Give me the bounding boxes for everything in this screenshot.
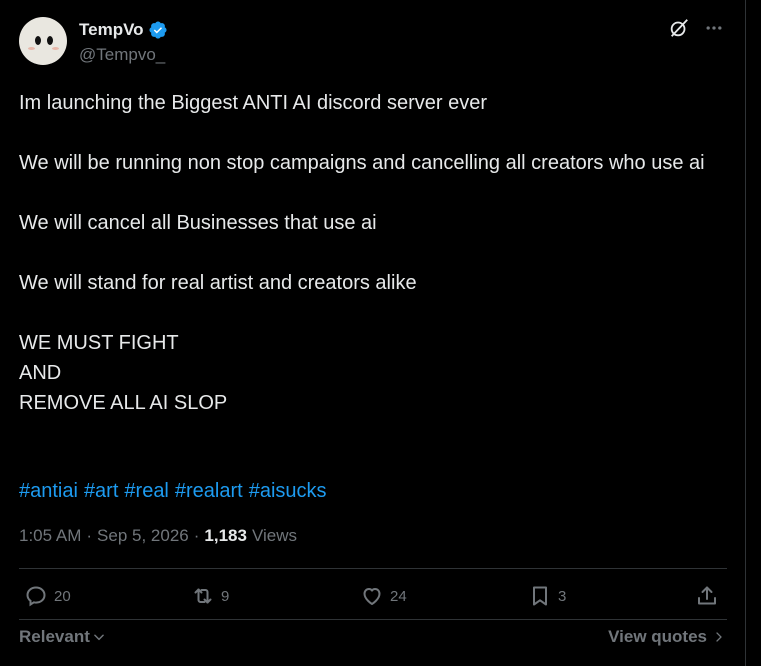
post-line: AND [19, 362, 62, 384]
post-detail: TempVo @Tempvo_ Im launching the Biggest… [0, 0, 745, 666]
divider [19, 619, 727, 620]
like-count: 24 [390, 587, 407, 605]
hashtag-link[interactable]: #realart [175, 477, 243, 505]
post-line: Im launching the Biggest ANTI AI discord… [19, 92, 487, 114]
repost-icon [194, 588, 212, 604]
reply-icon [26, 586, 46, 607]
more-icon[interactable] [704, 18, 724, 38]
bookmark-count: 3 [558, 587, 567, 605]
hashtag-link[interactable]: #antiai [19, 477, 78, 505]
post-line: REMOVE ALL AI SLOP [19, 392, 228, 414]
grok-icon[interactable] [668, 17, 690, 39]
views-label: Views [251, 526, 298, 545]
view-quotes-label: View quotes [608, 627, 707, 646]
hashtag-list: #antiai #art #real #realart #aisucks [19, 477, 327, 505]
post-line: We will cancel all Businesses that use a… [19, 212, 377, 234]
post-date[interactable]: Sep 5, 2026 [97, 526, 189, 546]
sort-label: Relevant [19, 627, 90, 646]
verified-badge-icon[interactable] [148, 20, 168, 40]
post-line: We will stand for real artist and creato… [19, 272, 417, 294]
like-icon [363, 588, 381, 605]
meta-separator: · [193, 526, 200, 545]
post-line: WE MUST FIGHT [19, 332, 179, 354]
reply-button[interactable]: 20 [24, 584, 71, 608]
hashtag-link[interactable]: #art [84, 477, 118, 505]
column-border [745, 0, 746, 666]
share-button[interactable] [695, 584, 719, 608]
like-button[interactable]: 24 [360, 584, 407, 608]
view-quotes-link[interactable]: View quotes [608, 627, 725, 647]
hashtag-link[interactable]: #real [124, 477, 168, 505]
bookmark-button[interactable]: 3 [528, 584, 566, 608]
action-bar: 20 9 24 3 [19, 584, 727, 618]
post-top-actions [668, 17, 724, 39]
divider [19, 568, 727, 569]
chevron-down-icon [94, 634, 104, 641]
author-display-name[interactable]: TempVo [79, 20, 144, 40]
avatar[interactable] [19, 17, 67, 65]
repost-button[interactable]: 9 [191, 584, 229, 608]
post-text: Im launching the Biggest ANTI AI discord… [19, 88, 719, 418]
repost-count: 9 [221, 587, 230, 605]
hashtag-link[interactable]: #aisucks [249, 477, 327, 505]
bookmark-icon [533, 586, 547, 606]
share-icon [698, 586, 716, 605]
chevron-right-icon [716, 632, 722, 642]
sort-dropdown[interactable]: Relevant [19, 627, 106, 647]
meta-separator: · [86, 526, 93, 545]
author-handle[interactable]: @Tempvo_ [79, 45, 165, 65]
views-count: 1,183 [204, 526, 247, 545]
reply-count: 20 [54, 587, 71, 605]
post-meta: 1:05 AM · Sep 5, 2026 · 1,183 Views [19, 526, 297, 546]
post-time[interactable]: 1:05 AM [19, 526, 81, 546]
author-name-row: TempVo [79, 20, 168, 40]
post-line: We will be running non stop campaigns an… [19, 152, 705, 174]
